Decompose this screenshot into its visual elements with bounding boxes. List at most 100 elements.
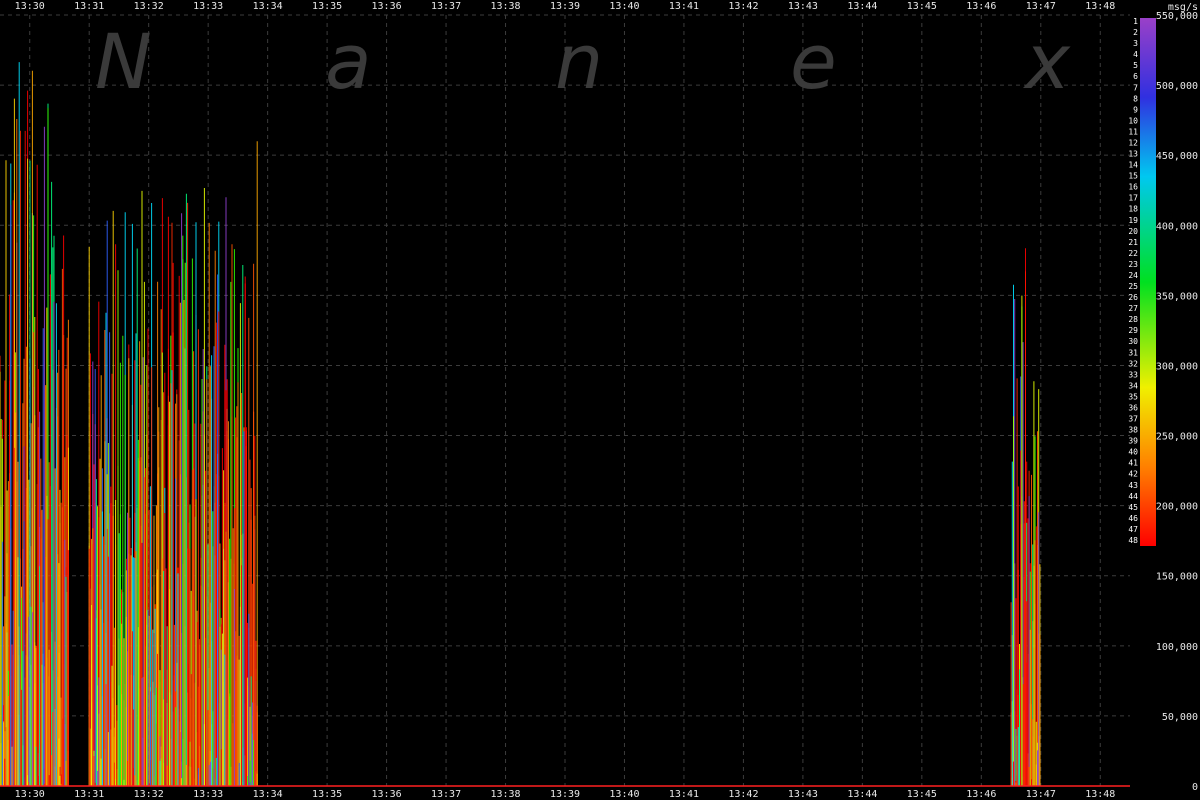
legend-number: 4	[1133, 50, 1138, 59]
x-tick-label-bottom: 13:45	[907, 789, 937, 800]
legend-number: 8	[1133, 94, 1138, 103]
legend-number: 27	[1128, 304, 1138, 313]
legend-color-bar	[1140, 18, 1156, 546]
legend-number: 3	[1133, 39, 1138, 48]
legend-number: 39	[1128, 437, 1138, 446]
legend-number: 35	[1128, 392, 1138, 401]
x-tick-label-bottom: 13:40	[609, 789, 639, 800]
x-tick-label-top: 13:35	[312, 1, 342, 12]
x-tick-label-top: 13:33	[193, 1, 223, 12]
legend-number: 18	[1128, 205, 1138, 214]
legend-number: 22	[1128, 249, 1138, 258]
y-tick-label: 500,000	[1156, 81, 1198, 92]
x-tick-label-top: 13:47	[1026, 1, 1056, 12]
legend-number: 24	[1128, 271, 1138, 280]
legend-number: 43	[1128, 481, 1138, 490]
y-tick-label: 50,000	[1162, 712, 1198, 723]
x-tick-label-bottom: 13:39	[550, 789, 580, 800]
x-tick-label-top: 13:30	[15, 1, 45, 12]
legend-number: 47	[1128, 525, 1138, 534]
x-tick-label-top: 13:41	[669, 1, 699, 12]
x-tick-label-bottom: 13:35	[312, 789, 342, 800]
y-tick-label: 450,000	[1156, 151, 1198, 162]
legend-number: 42	[1128, 470, 1138, 479]
x-tick-label-bottom: 13:31	[74, 789, 104, 800]
watermark-letter: N	[95, 17, 152, 106]
watermark-letter: a	[325, 17, 372, 106]
legend-number: 16	[1128, 183, 1138, 192]
x-tick-label-top: 13:31	[74, 1, 104, 12]
legend-number: 33	[1128, 370, 1138, 379]
x-tick-label-bottom: 13:42	[728, 789, 758, 800]
x-tick-label-bottom: 13:36	[372, 789, 402, 800]
x-tick-label-top: 13:42	[728, 1, 758, 12]
legend-number: 29	[1128, 326, 1138, 335]
legend-number: 6	[1133, 72, 1138, 81]
watermark-letter: e	[790, 17, 837, 106]
y-tick-label: 150,000	[1156, 572, 1198, 583]
y-tick-label: 200,000	[1156, 502, 1198, 513]
y-tick-label: 350,000	[1156, 291, 1198, 302]
legend-number: 38	[1128, 426, 1138, 435]
watermark-letter: n	[555, 17, 603, 106]
legend-number: 40	[1128, 448, 1138, 457]
legend-number: 9	[1133, 105, 1138, 114]
legend-number: 46	[1128, 514, 1138, 523]
x-tick-label-top: 13:43	[788, 1, 818, 12]
x-tick-label-top: 13:36	[372, 1, 402, 12]
legend-number: 41	[1128, 459, 1138, 468]
legend-number: 32	[1128, 359, 1138, 368]
legend-number: 5	[1133, 61, 1138, 70]
x-tick-label-top: 13:40	[609, 1, 639, 12]
x-tick-label-bottom: 13:44	[847, 789, 877, 800]
y-tick-label: 0	[1192, 782, 1198, 793]
legend-number: 12	[1128, 138, 1138, 147]
legend-number: 25	[1128, 282, 1138, 291]
legend-number: 48	[1128, 536, 1138, 545]
x-tick-label-bottom: 13:32	[134, 789, 164, 800]
legend-number: 28	[1128, 315, 1138, 324]
legend-number: 34	[1128, 381, 1138, 390]
legend-number: 11	[1128, 127, 1138, 136]
legend-number: 45	[1128, 503, 1138, 512]
x-tick-label-top: 13:48	[1085, 1, 1115, 12]
x-tick-label-bottom: 13:38	[490, 789, 520, 800]
legend-number: 23	[1128, 260, 1138, 269]
legend-number: 20	[1128, 227, 1138, 236]
x-tick-label-top: 13:38	[490, 1, 520, 12]
y-tick-label: 250,000	[1156, 432, 1198, 443]
legend-number: 30	[1128, 337, 1138, 346]
x-tick-label-top: 13:44	[847, 1, 877, 12]
legend-number: 37	[1128, 415, 1138, 424]
x-tick-label-top: 13:46	[966, 1, 996, 12]
x-tick-label-top: 13:32	[134, 1, 164, 12]
x-tick-label-bottom: 13:37	[431, 789, 461, 800]
legend-number: 10	[1128, 116, 1138, 125]
x-tick-label-bottom: 13:48	[1085, 789, 1115, 800]
y-tick-label: 100,000	[1156, 642, 1198, 653]
legend-number: 2	[1133, 28, 1138, 37]
legend-number: 36	[1128, 403, 1138, 412]
y-tick-label: 300,000	[1156, 361, 1198, 372]
x-tick-label-top: 13:39	[550, 1, 580, 12]
x-tick-label-bottom: 13:41	[669, 789, 699, 800]
x-tick-label-bottom: 13:47	[1026, 789, 1056, 800]
legend-number: 19	[1128, 216, 1138, 225]
legend-number: 1	[1133, 17, 1138, 26]
x-tick-label-bottom: 13:46	[966, 789, 996, 800]
x-tick-label-top: 13:45	[907, 1, 937, 12]
watermark-letter: x	[1023, 17, 1071, 106]
legend-number: 44	[1128, 492, 1138, 501]
legend-number: 26	[1128, 293, 1138, 302]
legend-number: 15	[1128, 172, 1138, 181]
y-axis-unit-label: msg/s	[1168, 2, 1198, 13]
x-tick-label-bottom: 13:34	[253, 789, 283, 800]
legend-number: 17	[1128, 194, 1138, 203]
x-tick-label-bottom: 13:33	[193, 789, 223, 800]
message-rate-chart: Na n e x 13:30 13:31 13:32 13:33 13:34 13:35 13:3…	[0, 0, 1200, 800]
x-tick-label-top: 13:37	[431, 1, 461, 12]
legend-number: 14	[1128, 161, 1138, 170]
legend-number: 7	[1133, 83, 1138, 92]
legend-number: 21	[1128, 238, 1138, 247]
legend-number: 13	[1128, 150, 1138, 159]
